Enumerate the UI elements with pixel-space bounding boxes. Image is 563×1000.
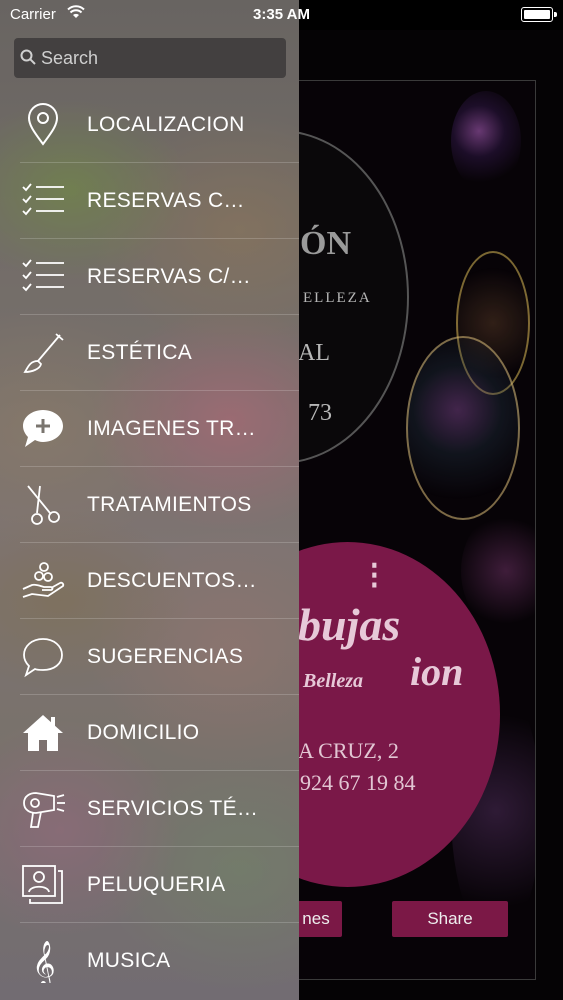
menu-item-label: ESTÉTICA: [87, 341, 193, 364]
menu-item-reservas-1[interactable]: RESERVAS C…: [0, 163, 299, 239]
menu-item-label: IMAGENES TR…: [87, 417, 256, 440]
menu-item-imagenes[interactable]: IMAGENES TR…: [0, 391, 299, 467]
menu-item-servicios[interactable]: SERVICIOS TÉ…: [0, 771, 299, 847]
logo-letters: AL: [298, 340, 330, 366]
menu-item-label: RESERVAS C/…: [87, 265, 251, 288]
svg-text:𝄞: 𝄞: [32, 941, 56, 983]
location-pin-icon: [27, 103, 59, 146]
home-icon: [23, 715, 63, 751]
menu-item-sugerencias[interactable]: SUGERENCIAS: [0, 619, 299, 695]
hair-dryer-icon: [23, 792, 65, 828]
menu-item-label: LOCALIZACION: [87, 113, 245, 136]
search-input[interactable]: [41, 38, 281, 78]
photo-stack-icon: [22, 865, 63, 904]
menu-item-label: SERVICIOS TÉ…: [87, 797, 259, 820]
menu-item-label: TRATAMIENTOS: [87, 493, 252, 516]
search-icon: [20, 49, 36, 65]
logo-word: ÓN: [300, 225, 351, 262]
speech-bubble-plus-icon: [23, 410, 63, 447]
menu-item-domicilio[interactable]: DOMICILIO: [0, 695, 299, 771]
coins-hand-icon: [22, 562, 65, 598]
menu-item-tratamientos[interactable]: TRATAMIENTOS: [0, 467, 299, 543]
checklist-icon: [22, 183, 64, 216]
share-button[interactable]: Share: [392, 901, 508, 937]
brand-tagline: Belleza: [303, 670, 363, 692]
status-bar: Carrier 3:35 AM: [0, 0, 563, 30]
menu-item-reservas-2[interactable]: RESERVAS C/…: [0, 239, 299, 315]
brand-dots: ⁝: [368, 553, 381, 598]
battery-icon: [521, 7, 557, 22]
menu-item-label: DESCUENTOS…: [87, 569, 257, 592]
phone-text: 924 67 19 84: [300, 770, 416, 795]
chat-bubble-icon: [23, 638, 63, 678]
address-text: A CRUZ, 2: [298, 738, 399, 763]
brand-script-2: ion: [410, 649, 464, 694]
treble-clef-icon: 𝄞: [32, 941, 56, 983]
menu-item-label: MUSICA: [87, 949, 171, 972]
menu-item-label: RESERVAS C…: [87, 189, 245, 212]
scissors-icon: [27, 485, 60, 525]
drawer-menu: LOCALIZACION RESERVAS C… RESERVAS C/… ES…: [0, 87, 299, 999]
checklist-icon: [22, 259, 64, 292]
brush-icon: [23, 333, 64, 373]
menu-item-estetica[interactable]: ESTÉTICA: [0, 315, 299, 391]
menu-item-label: DOMICILIO: [87, 721, 200, 744]
menu-item-peluqueria[interactable]: PELUQUERIA: [0, 847, 299, 923]
menu-item-musica[interactable]: 𝄞 MUSICA: [0, 923, 299, 999]
menu-item-label: SUGERENCIAS: [87, 645, 244, 668]
clock: 3:35 AM: [253, 6, 310, 23]
menu-item-label: PELUQUERIA: [87, 873, 226, 896]
logo-number: 73: [308, 400, 332, 426]
brand-script: bujas: [298, 599, 401, 650]
menu-item-descuentos[interactable]: DESCUENTOS…: [0, 543, 299, 619]
search-bar[interactable]: [14, 38, 286, 78]
logo-sub: ELLEZA: [303, 290, 372, 306]
menu-item-localizacion[interactable]: LOCALIZACION: [0, 87, 299, 163]
